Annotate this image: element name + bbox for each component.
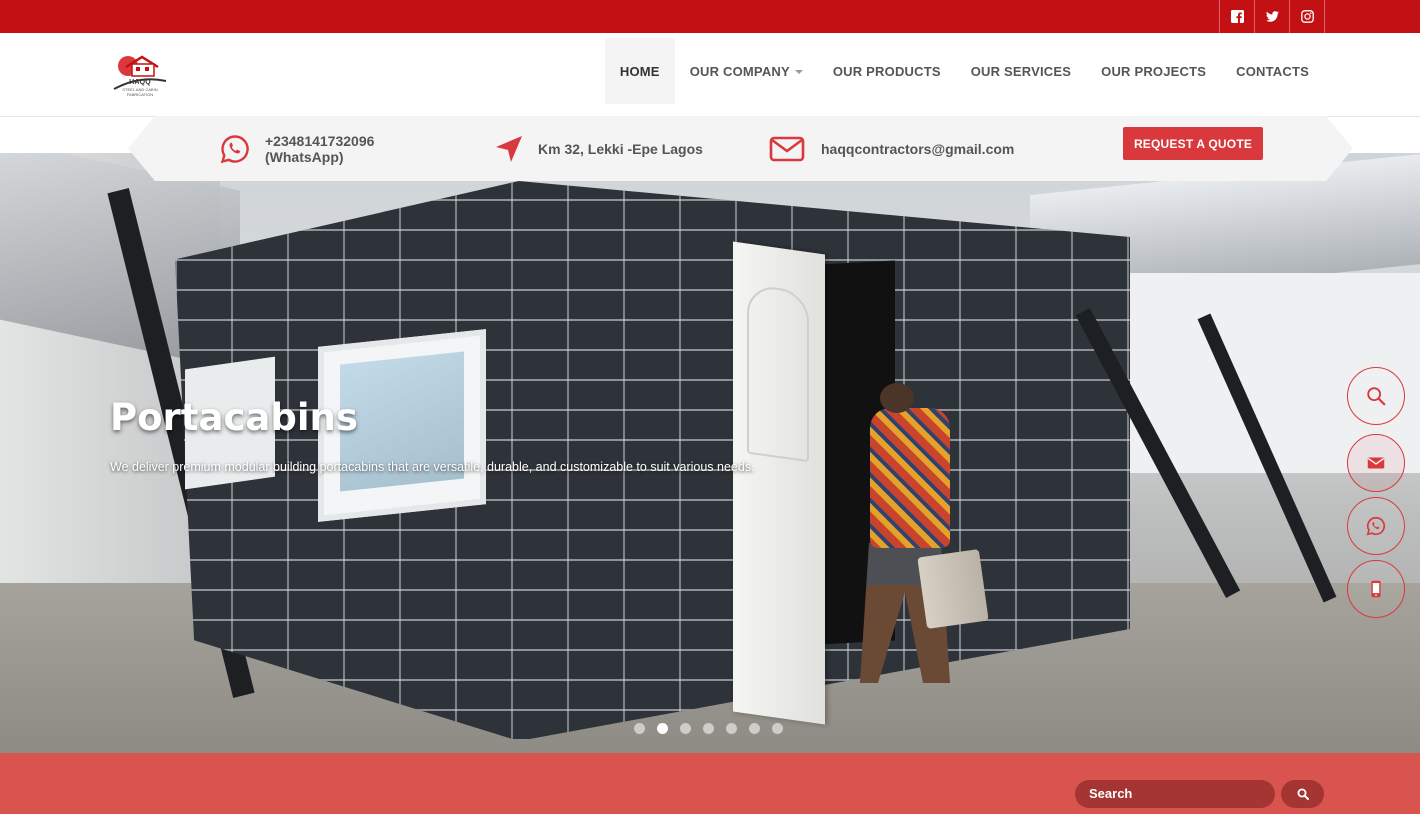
search-input[interactable] <box>1075 780 1275 808</box>
search-button[interactable] <box>1281 780 1324 808</box>
slide-dot[interactable] <box>772 723 783 734</box>
logo[interactable]: HAQQ STEEL AND CABIN FABRICATION <box>112 51 168 99</box>
slide-dot[interactable] <box>634 723 645 734</box>
hero-slider: Portacabins We deliver premium modular b… <box>0 153 1420 753</box>
nav-contacts[interactable]: CONTACTS <box>1221 38 1324 104</box>
slide-dot[interactable] <box>749 723 760 734</box>
worker <box>850 383 960 683</box>
search-icon <box>1367 387 1386 406</box>
slide-title: Portacabins <box>110 396 358 439</box>
twitter-link[interactable] <box>1255 0 1290 33</box>
slide-dot[interactable] <box>680 723 691 734</box>
site-header: HAQQ STEEL AND CABIN FABRICATION HOME OU… <box>0 33 1420 117</box>
envelope-icon <box>1367 457 1385 469</box>
logo-text: HAQQ <box>129 79 151 86</box>
slider-pagination <box>634 723 783 734</box>
request-quote-button[interactable]: REQUEST A QUOTE <box>1123 127 1263 160</box>
slide-dot[interactable] <box>726 723 737 734</box>
logo-subtitle: STEEL AND CABIN FABRICATION <box>122 87 158 97</box>
nav-our-company-label: OUR COMPANY <box>689 63 790 79</box>
contact-address: Km 32, Lekki -Epe Lagos <box>493 116 703 181</box>
contact-email[interactable]: haqqcontractors@gmail.com <box>769 116 1014 181</box>
address-text: Km 32, Lekki -Epe Lagos <box>538 140 703 157</box>
whatsapp-icon <box>220 134 249 163</box>
nav-our-projects[interactable]: OUR PROJECTS <box>1086 38 1221 104</box>
side-whatsapp-button[interactable] <box>1347 497 1405 555</box>
instagram-icon <box>1300 10 1314 23</box>
phone-number: +2348141732096 <box>265 132 375 149</box>
twitter-icon <box>1265 11 1279 22</box>
phone-whatsapp-label: (WhatsApp) <box>265 148 344 165</box>
paint-bucket <box>917 549 989 629</box>
nav-home[interactable]: HOME <box>604 38 675 104</box>
nav-our-company[interactable]: OUR COMPANY <box>675 38 818 104</box>
contact-phone[interactable]: +2348141732096 (WhatsApp) <box>219 116 374 181</box>
caret-down-icon <box>794 70 803 74</box>
nav-our-products[interactable]: OUR PRODUCTS <box>818 38 956 104</box>
side-search-button[interactable] <box>1347 367 1405 425</box>
main-nav: HOME OUR COMPANY OUR PRODUCTS OUR SERVIC… <box>604 38 1324 104</box>
social-links <box>1219 0 1325 33</box>
slide-description: We deliver premium modular building port… <box>110 460 755 474</box>
side-email-button[interactable] <box>1347 434 1405 492</box>
instagram-link[interactable] <box>1290 0 1325 33</box>
envelope-icon <box>769 136 805 161</box>
slide-dot[interactable] <box>703 723 714 734</box>
email-text: haqqcontractors@gmail.com <box>821 140 1015 157</box>
search-icon <box>1297 788 1309 800</box>
facebook-icon <box>1230 10 1244 23</box>
nav-our-services[interactable]: OUR SERVICES <box>956 38 1086 104</box>
contact-phone-text: +2348141732096 (WhatsApp) <box>265 133 374 165</box>
mobile-phone-icon <box>1371 580 1381 598</box>
top-bar <box>0 0 1420 33</box>
location-arrow-icon <box>496 135 522 162</box>
slide-dot-active[interactable] <box>657 723 668 734</box>
side-phone-button[interactable] <box>1347 560 1405 618</box>
cabin-door <box>733 241 825 725</box>
facebook-link[interactable] <box>1220 0 1255 33</box>
whatsapp-icon <box>1366 516 1386 536</box>
